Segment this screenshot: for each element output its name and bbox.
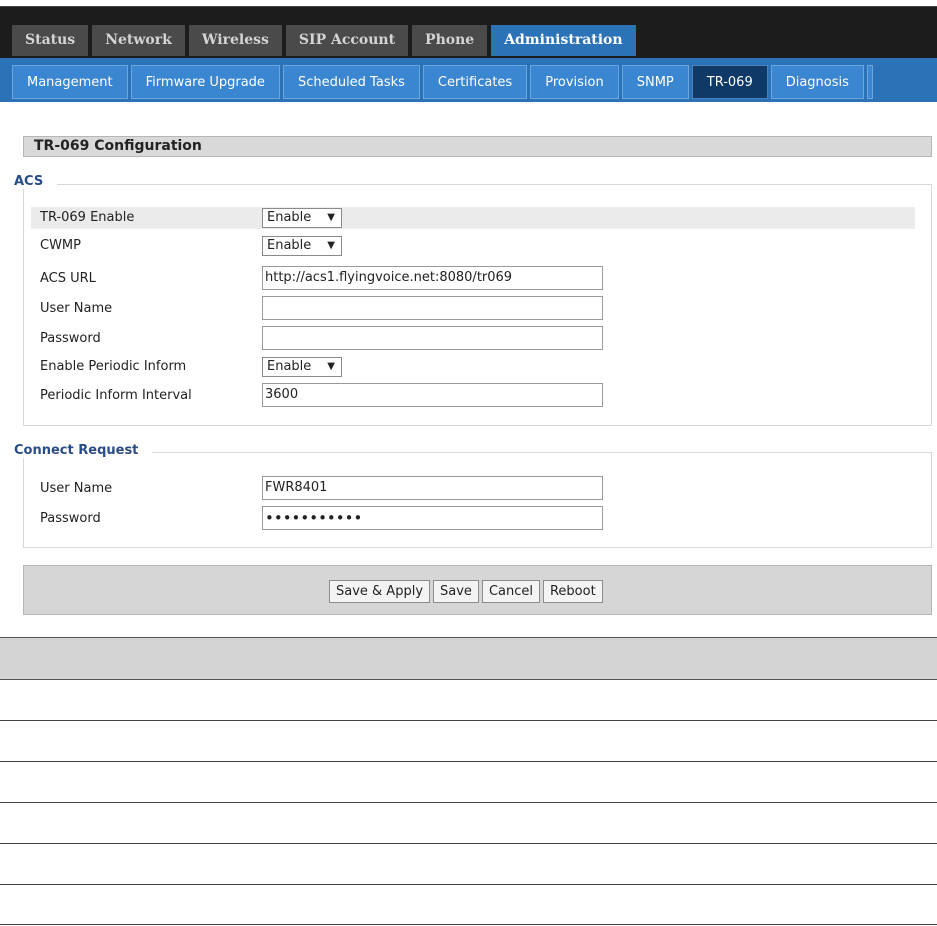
acs-user-name-row: User Name [40, 296, 916, 320]
tr069-enable-label: TR-069 Enable [40, 210, 135, 225]
subtab-tr069[interactable]: TR-069 [691, 65, 768, 99]
subtab-management[interactable]: Management [12, 65, 128, 99]
cwmp-label: CWMP [40, 238, 81, 253]
acs-password-label: Password [40, 331, 101, 346]
tr069-enable-row: TR-069 Enable Enable ▼ [31, 207, 915, 229]
acs-url-row: ACS URL http://acs1.flyingvoice.net:8080… [40, 266, 916, 290]
subtab-provision[interactable]: Provision [530, 65, 619, 99]
periodic-inform-label: Enable Periodic Inform [40, 359, 187, 374]
subtab-certificates[interactable]: Certificates [422, 65, 528, 99]
cwmp-row: CWMP Enable ▼ [40, 235, 916, 257]
triangle-down-icon: ▼ [327, 361, 335, 372]
tab-status[interactable]: Status [12, 25, 89, 56]
triangle-down-icon: ▼ [327, 212, 335, 223]
acs-url-input[interactable]: http://acs1.flyingvoice.net:8080/tr069 [262, 266, 603, 290]
acs-user-name-label: User Name [40, 301, 113, 316]
action-buttons: Save & Apply Save Cancel Reboot [329, 580, 603, 603]
periodic-interval-label: Periodic Inform Interval [40, 388, 192, 403]
subtab-overflow-edge [866, 65, 873, 99]
table-row-divider [0, 761, 937, 762]
subtab-diagnosis[interactable]: Diagnosis [770, 65, 864, 99]
tab-administration[interactable]: Administration [491, 25, 636, 56]
periodic-inform-row: Enable Periodic Inform Enable ▼ [40, 356, 916, 378]
button-bar: Save & Apply Save Cancel Reboot [23, 565, 932, 615]
periodic-interval-input[interactable]: 3600 [262, 383, 603, 407]
cr-user-name-input[interactable]: FWR8401 [262, 476, 603, 500]
cr-password-input[interactable]: ••••••••••• [262, 506, 603, 530]
acs-password-input[interactable] [262, 326, 603, 350]
save-apply-button[interactable]: Save & Apply [329, 580, 431, 603]
acs-legend: ACS [14, 174, 58, 189]
top-border [0, 0, 937, 7]
acs-password-row: Password [40, 326, 916, 350]
tab-network[interactable]: Network [92, 25, 185, 56]
table-row-divider [0, 843, 937, 844]
reboot-button[interactable]: Reboot [542, 580, 603, 603]
table-row-divider [0, 884, 937, 885]
sub-tabs: Management Firmware Upgrade Scheduled Ta… [12, 65, 873, 99]
table-row-divider [0, 802, 937, 803]
subtab-scheduled-tasks[interactable]: Scheduled Tasks [282, 65, 420, 99]
cr-password-row: Password ••••••••••• [40, 506, 916, 530]
subtab-snmp[interactable]: SNMP [621, 65, 689, 99]
acs-url-label: ACS URL [40, 271, 96, 286]
tab-phone[interactable]: Phone [412, 25, 488, 56]
table-row-divider [0, 720, 937, 721]
periodic-inform-select[interactable]: Enable ▼ [262, 357, 342, 377]
acs-user-name-input[interactable] [262, 296, 603, 320]
triangle-down-icon: ▼ [327, 240, 335, 251]
tab-sip-account[interactable]: SIP Account [285, 25, 409, 56]
empty-table-header [0, 637, 937, 680]
table-row-divider [0, 924, 937, 925]
main-tabs: Status Network Wireless SIP Account Phon… [12, 25, 636, 56]
tr069-enable-select[interactable]: Enable ▼ [262, 208, 342, 228]
periodic-interval-row: Periodic Inform Interval 3600 [40, 383, 916, 407]
save-button[interactable]: Save [433, 580, 479, 603]
tab-wireless[interactable]: Wireless [188, 25, 282, 56]
cancel-button[interactable]: Cancel [481, 580, 540, 603]
cwmp-select[interactable]: Enable ▼ [262, 236, 342, 256]
cwmp-value: Enable [267, 238, 312, 253]
connect-request-fieldset [23, 452, 932, 548]
connect-request-legend: Connect Request [14, 443, 153, 458]
section-title: TR-069 Configuration [23, 136, 932, 157]
periodic-inform-value: Enable [267, 359, 312, 374]
cr-user-name-row: User Name FWR8401 [40, 476, 916, 500]
cr-password-label: Password [40, 511, 101, 526]
cr-user-name-label: User Name [40, 481, 113, 496]
subtab-firmware-upgrade[interactable]: Firmware Upgrade [130, 65, 280, 99]
tr069-enable-value: Enable [267, 210, 312, 225]
